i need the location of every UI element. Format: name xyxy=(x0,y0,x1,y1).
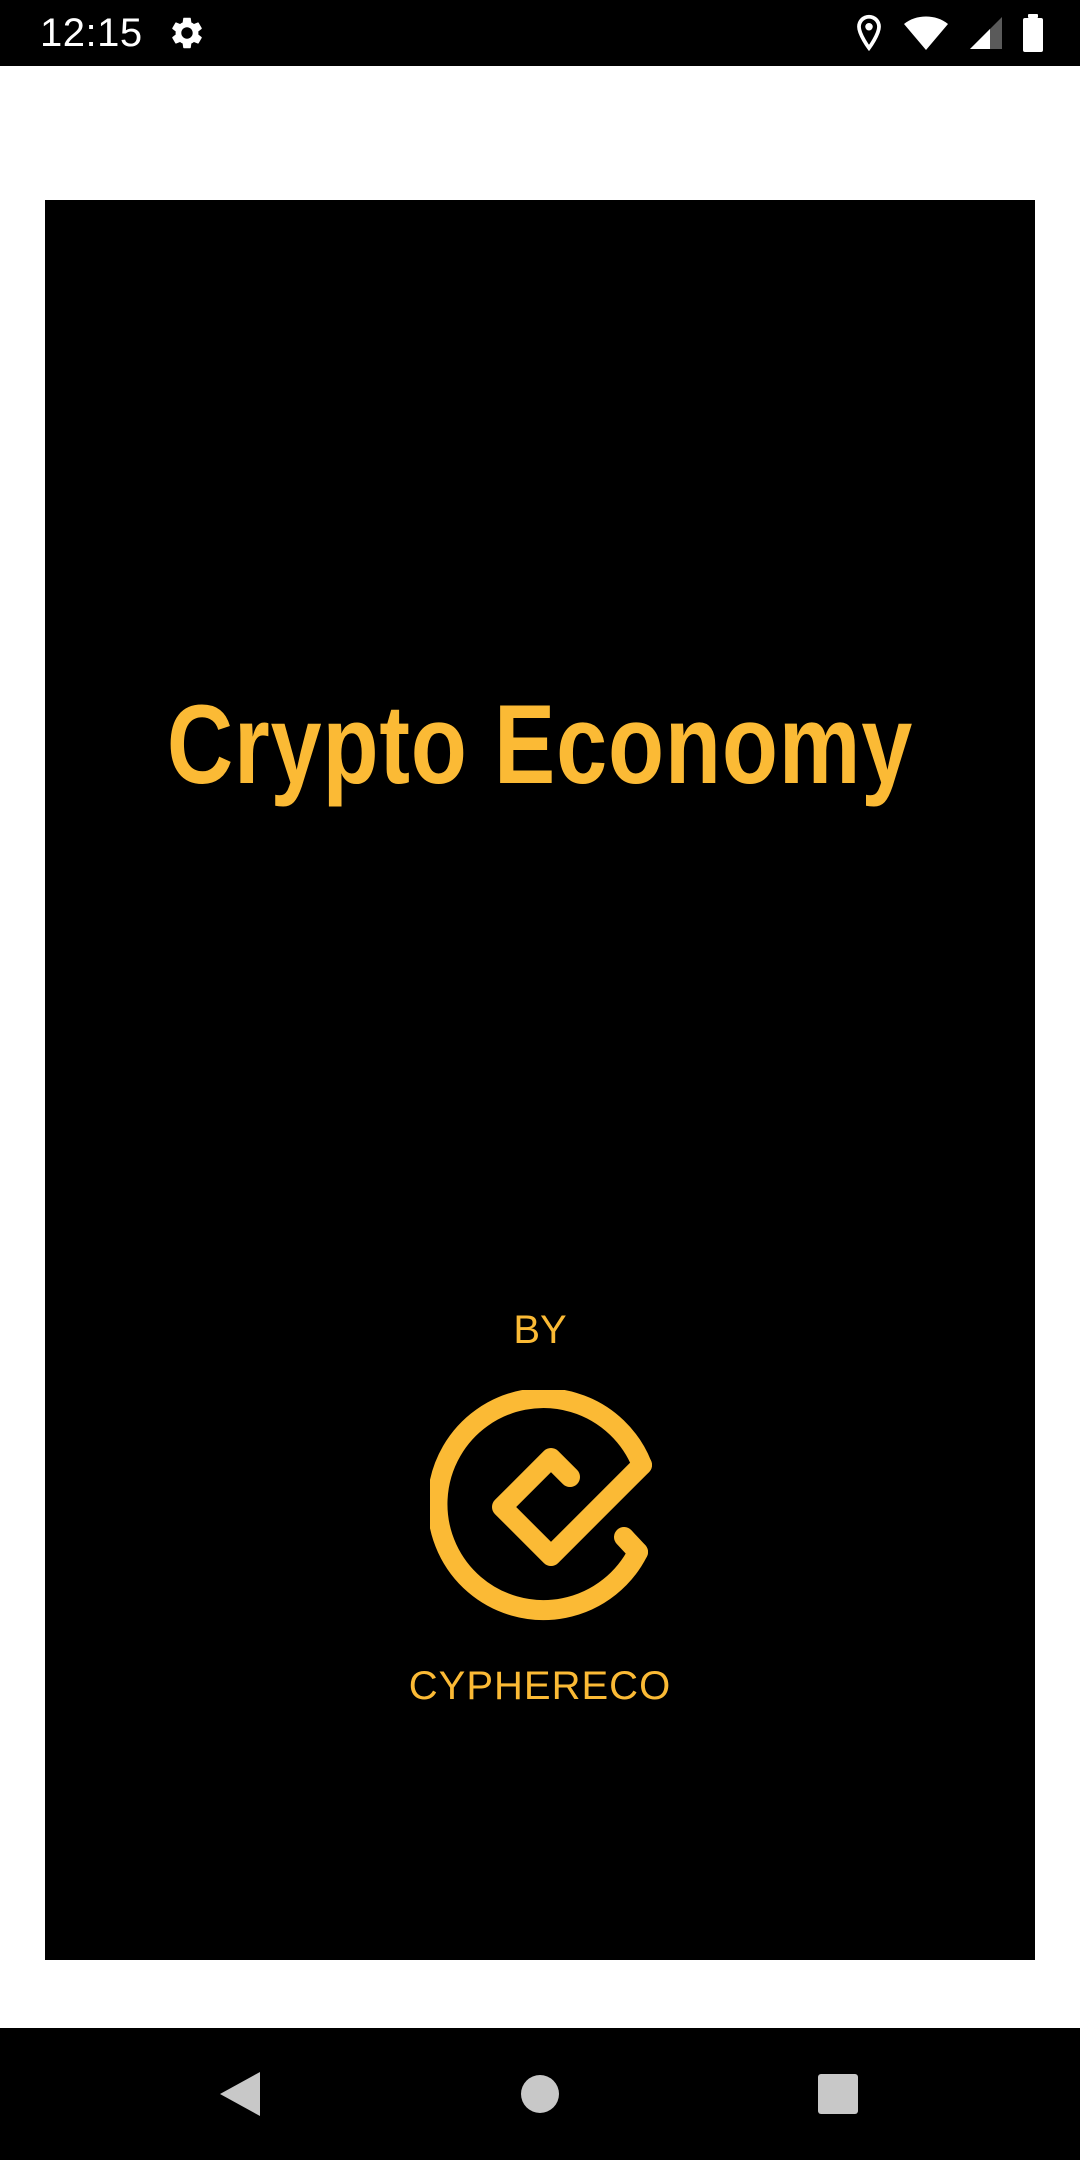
cellular-signal-icon xyxy=(970,17,1002,49)
by-label: BY xyxy=(513,1308,567,1352)
wifi-icon xyxy=(904,16,948,50)
back-button[interactable] xyxy=(180,2028,300,2160)
battery-icon xyxy=(1023,14,1043,52)
settings-gear-icon xyxy=(172,17,202,49)
location-pin-icon xyxy=(857,14,881,52)
brand-name: CYPHERECO xyxy=(408,1664,672,1708)
recents-square-icon xyxy=(818,2074,858,2114)
status-bar: 12:15 xyxy=(0,0,1080,66)
navigation-bar xyxy=(0,2028,1080,2160)
recents-button[interactable] xyxy=(778,2028,898,2160)
status-icons xyxy=(854,12,1044,54)
cyphereco-logo-icon xyxy=(430,1390,652,1621)
home-circle-icon xyxy=(521,2075,559,2113)
app-screen: 12:15 Crypto Economy BY CYPHERECO xyxy=(0,0,1080,2160)
home-button[interactable] xyxy=(480,2028,600,2160)
splash-card: Crypto Economy BY CYPHERECO xyxy=(45,200,1035,1960)
back-triangle-icon xyxy=(220,2072,260,2116)
app-title: Crypto Economy xyxy=(166,682,914,807)
status-time: 12:15 xyxy=(40,11,143,55)
